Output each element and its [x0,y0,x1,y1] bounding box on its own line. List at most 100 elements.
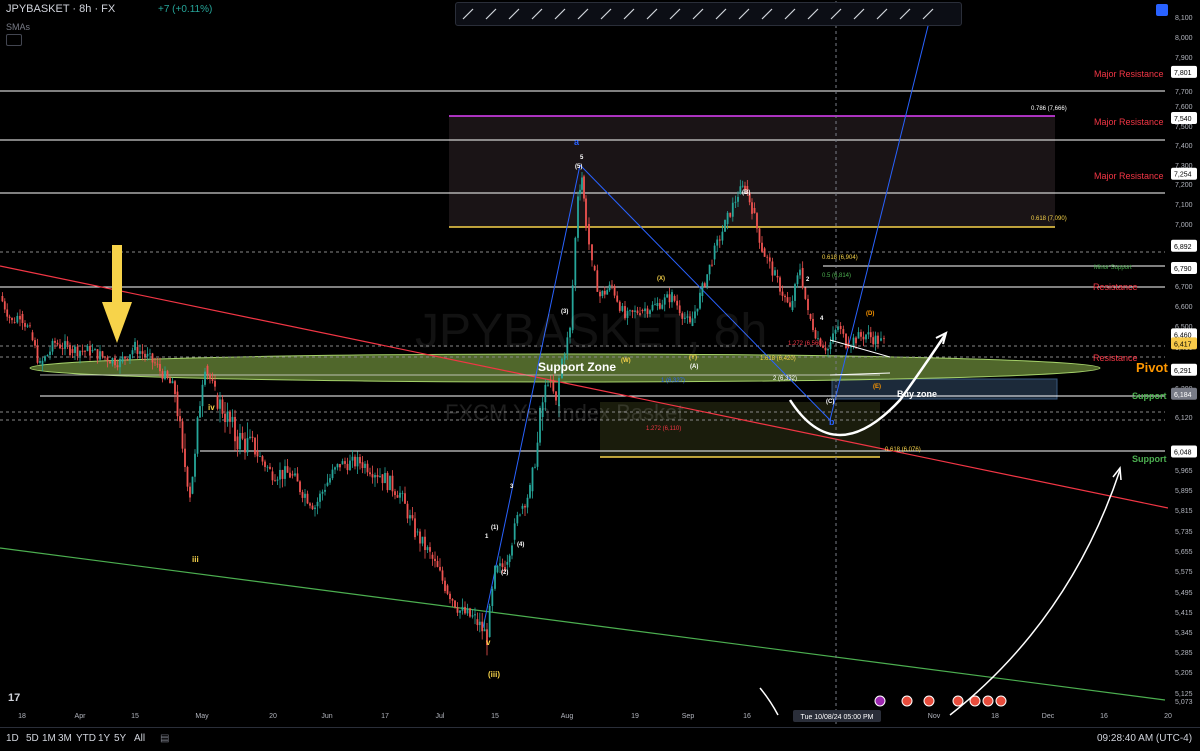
candle-body [254,437,256,455]
candle-body [779,277,781,292]
candle-body [136,347,139,354]
candle-body [26,325,29,327]
calendar-icon[interactable]: ▤ [160,733,169,744]
candle-body [156,363,159,365]
candle-body [349,460,351,471]
timeframe-ytd[interactable]: YTD [76,733,96,744]
timeframe-1y[interactable]: 1Y [98,733,110,744]
candle-body [311,505,314,510]
event-icon [874,695,886,707]
candle-body [860,332,862,337]
candle-body [741,185,744,187]
price-tick: 7,100 [1175,202,1193,209]
rectangle-icon[interactable] [778,3,801,25]
circle-icon[interactable] [801,3,824,25]
candle-body [274,480,276,482]
candle-body [66,341,69,345]
zone-label: Support Zone [538,360,616,374]
candle-body [214,380,216,387]
candle-body [389,475,391,491]
candle-body [761,242,763,252]
candle-body [329,478,331,483]
candle-body [194,453,196,477]
long-position-icon[interactable] [709,3,732,25]
candle-body [96,349,99,360]
range-icon[interactable] [732,3,755,25]
fib-retracement-icon[interactable] [571,3,594,25]
note-icon[interactable] [893,3,916,25]
candle-body [361,462,364,468]
timeframe-5d[interactable]: 5D [26,733,39,744]
price-tick: 7,200 [1175,182,1193,189]
candle-body [289,472,291,478]
candle-body [883,338,885,340]
candle-body [291,474,294,476]
candle-body [251,436,254,438]
flag-icon[interactable] [870,3,893,25]
candle-body [574,237,577,286]
path-icon[interactable] [824,3,847,25]
horizontal-line-icon[interactable] [479,3,502,25]
price-tick: 5,073 [1175,699,1193,706]
timeframe-1d[interactable]: 1D [6,733,19,744]
candle-body [301,492,304,498]
event-icon [995,695,1007,707]
candle-body [1,296,4,302]
candle-body [216,395,219,409]
indicator-toggle[interactable] [6,34,22,46]
candle-body [356,457,359,467]
zone-label: Buy zone [897,389,937,399]
candle-body [181,421,184,449]
price-tick: 5,965 [1175,468,1193,475]
timeframe-3m[interactable]: 3M [58,733,72,744]
candle-body [284,466,286,479]
fib-label: 1 (6,327) [661,378,685,384]
candle-body [196,417,199,454]
price-chart[interactable]: JPYBASKET, 8h FXCM Yen Index Basket Major … [0,0,1200,750]
fib-label: 0.618 (6,076) [885,447,921,453]
xabcd-pattern-icon[interactable] [640,3,663,25]
brush-icon[interactable] [847,3,870,25]
text-icon[interactable] [755,3,778,25]
parallel-channel-icon[interactable] [548,3,571,25]
trend-line-icon[interactable] [456,3,479,25]
pitchfork-icon[interactable] [594,3,617,25]
horizontal-ray-icon[interactable] [502,3,525,25]
price-tick: 5,345 [1175,630,1193,637]
yellow-arrow-head [102,302,132,343]
abcd-pattern-icon[interactable] [663,3,686,25]
timeframe-all[interactable]: All [134,733,145,744]
candle-body [264,461,266,467]
candle-body [84,350,86,352]
candle-body [842,329,845,334]
elliott-wave-icon[interactable] [617,3,640,25]
zone-label: Support [1132,391,1167,401]
candle-body [536,442,539,467]
candle-body [739,186,742,194]
candle-body [496,565,499,573]
settings-icon[interactable] [1156,4,1168,16]
candle-body [29,325,31,327]
indicator-label[interactable]: SMAs [6,22,30,32]
candle-body [471,615,474,617]
wave-label: (D) [866,311,874,317]
candle-body [862,336,865,340]
symbol-title[interactable]: JPYBASKET · 8h · FX [6,3,115,15]
ellipse-icon[interactable] [916,3,939,25]
timeframe-5y[interactable]: 5Y [114,733,126,744]
candle-body [756,213,758,229]
timeframe-1m[interactable]: 1M [42,733,56,744]
candle-body [134,341,136,351]
head-shoulders-icon[interactable] [686,3,709,25]
candle-body [446,585,449,594]
vertical-line-icon[interactable] [525,3,548,25]
candle-body [577,196,579,238]
candle-body [331,469,334,479]
time-tick: Apr [75,713,87,720]
candle-body [724,219,726,232]
wave-label: (5) [575,164,582,170]
fib-label: 2 (6,332) [773,376,797,382]
candle-body [476,619,479,626]
candle-body [608,284,611,291]
candle-body [209,374,211,380]
